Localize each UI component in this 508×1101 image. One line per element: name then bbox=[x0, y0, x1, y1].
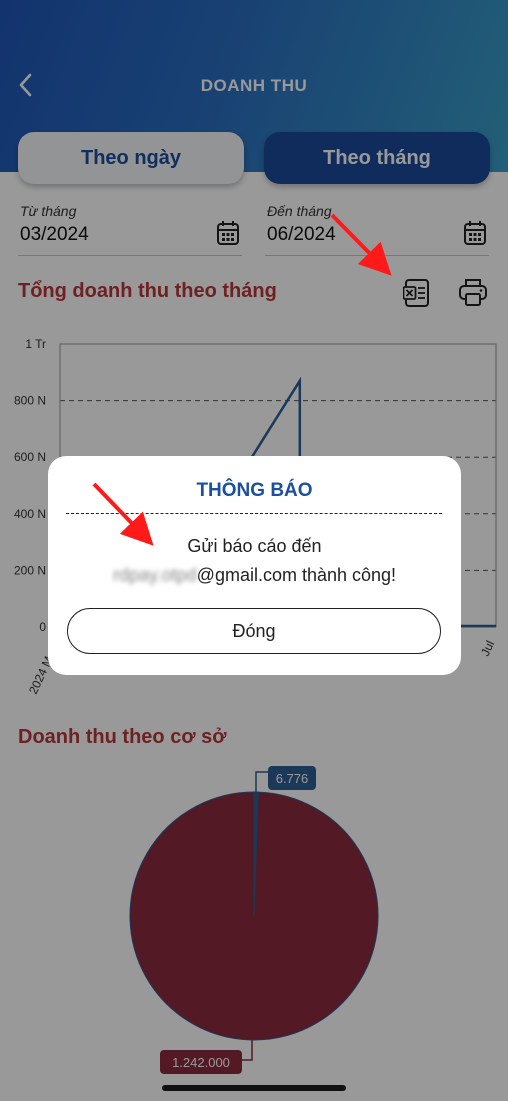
dialog-message-line2: rdpay.otpd@gmail.com thành công! bbox=[48, 561, 461, 590]
dialog-message-line1: Gửi báo cáo đến bbox=[187, 536, 322, 556]
dialog-message: Gửi báo cáo đến rdpay.otpd@gmail.com thà… bbox=[48, 532, 461, 590]
notification-dialog: THÔNG BÁO Gửi báo cáo đến rdpay.otpd@gma… bbox=[48, 456, 461, 675]
email-domain-text: @gmail.com thành công! bbox=[196, 565, 397, 585]
dialog-divider bbox=[66, 513, 442, 514]
dialog-title: THÔNG BÁO bbox=[196, 480, 313, 501]
close-button[interactable]: Đóng bbox=[67, 608, 441, 654]
blurred-email-user: rdpay.otpd bbox=[112, 565, 197, 585]
home-indicator bbox=[162, 1085, 346, 1091]
